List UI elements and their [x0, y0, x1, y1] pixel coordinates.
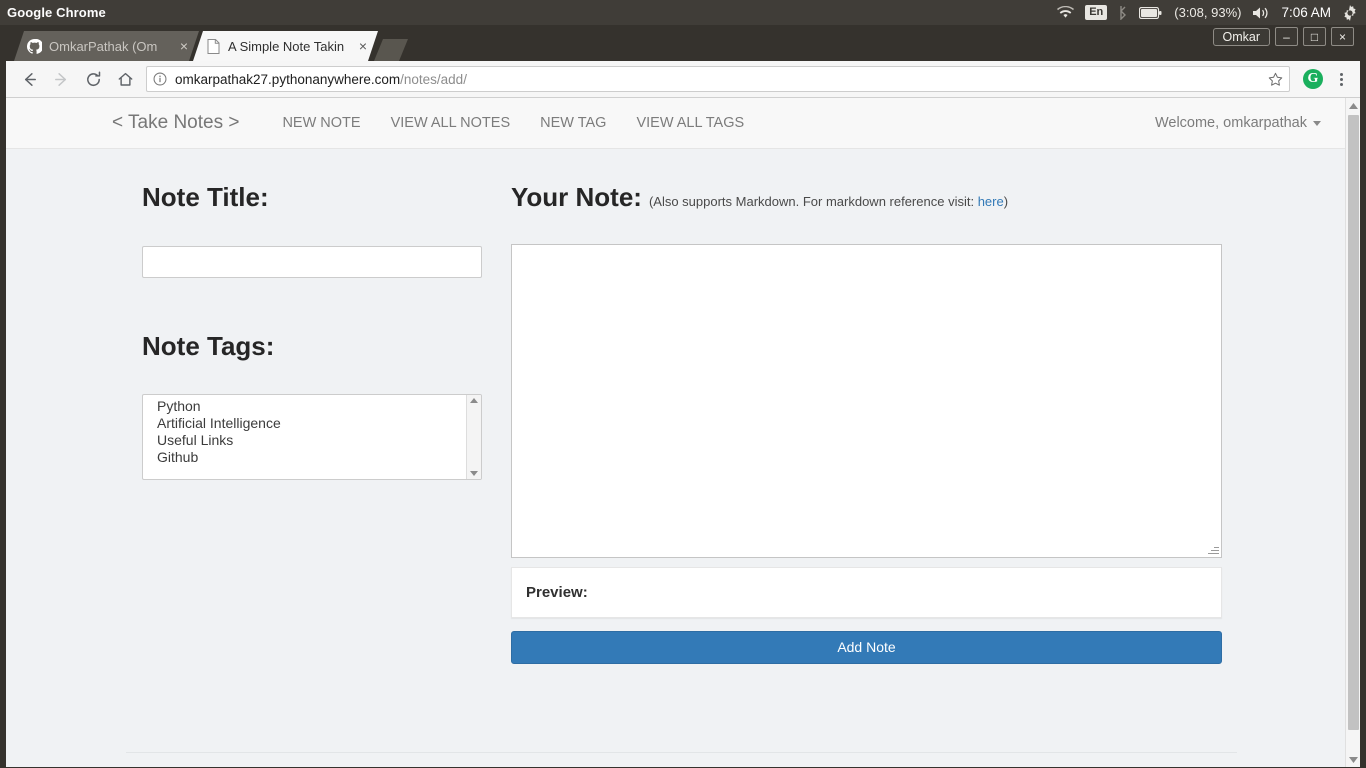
tab-strip: OmkarPathak (Om × A Simple Note Takin × …: [6, 25, 1360, 61]
list-item[interactable]: Github: [157, 449, 466, 466]
footer-divider: [126, 752, 1237, 753]
tab-title: A Simple Note Takin: [228, 38, 345, 54]
chevron-down-icon: [1313, 120, 1321, 126]
preview-panel: Preview:: [511, 566, 1222, 618]
nav-item-view-all-tags[interactable]: VIEW ALL TAGS: [621, 115, 759, 131]
forward-icon: [46, 64, 76, 94]
note-tags-options: Python Artificial Intelligence Useful Li…: [143, 395, 466, 479]
window-controls: Omkar – □ ×: [1212, 27, 1354, 46]
back-icon[interactable]: [14, 64, 44, 94]
page-content: Note Title: Note Tags: Python Artificial…: [6, 149, 1357, 664]
minimize-button[interactable]: –: [1275, 27, 1298, 46]
system-tray: En (3:08, 93%) 7:06 AM: [1057, 4, 1366, 21]
new-tab-button[interactable]: [374, 39, 408, 61]
nav-item-view-all-notes[interactable]: VIEW ALL NOTES: [376, 115, 526, 131]
preview-label: Preview:: [526, 583, 588, 601]
note-body-column: Your Note: (Also supports Markdown. For …: [511, 171, 1357, 664]
markdown-hint-pre: (Also supports Markdown. For markdown re…: [648, 194, 978, 209]
wifi-icon[interactable]: [1057, 6, 1075, 19]
close-icon[interactable]: ×: [356, 39, 370, 53]
chrome-profile-button[interactable]: Omkar: [1212, 27, 1270, 46]
os-top-panel: Google Chrome En (3:08, 93%) 7:06 AM: [0, 0, 1366, 25]
clock-label[interactable]: 7:06 AM: [1281, 5, 1331, 20]
address-bar[interactable]: omkarpathak27.pythonanywhere.com/notes/a…: [146, 66, 1290, 92]
github-icon: [26, 38, 42, 54]
note-title-input[interactable]: [142, 245, 482, 278]
list-item[interactable]: Python: [157, 398, 466, 415]
resize-handle-icon[interactable]: [1207, 543, 1219, 555]
note-meta-column: Note Title: Note Tags: Python Artificial…: [6, 171, 511, 664]
note-title-label: Note Title:: [142, 182, 269, 212]
scroll-up-icon[interactable]: [1348, 98, 1358, 113]
document-icon: [205, 38, 221, 54]
volume-icon[interactable]: [1252, 6, 1270, 20]
note-tags-label: Note Tags:: [142, 330, 275, 361]
scroll-up-icon[interactable]: [470, 398, 478, 403]
your-note-label: Your Note:: [511, 182, 642, 212]
markdown-reference-link[interactable]: here: [978, 194, 1004, 209]
primary-nav: NEW NOTE VIEW ALL NOTES NEW TAG VIEW ALL…: [267, 115, 759, 131]
battery-icon[interactable]: [1139, 6, 1162, 19]
home-icon[interactable]: [110, 64, 140, 94]
scrollbar-thumb[interactable]: [1347, 115, 1359, 730]
nav-item-new-note[interactable]: NEW NOTE: [267, 115, 375, 131]
site-navbar: < Take Notes > NEW NOTE VIEW ALL NOTES N…: [6, 98, 1357, 149]
url-host: omkarpathak27.pythonanywhere.com: [175, 71, 401, 87]
reload-icon[interactable]: [78, 64, 108, 94]
gear-icon[interactable]: [1342, 4, 1358, 21]
list-item[interactable]: Artificial Intelligence: [157, 415, 466, 432]
list-item[interactable]: Useful Links: [157, 432, 466, 449]
user-menu-label: Welcome, omkarpathak: [1154, 115, 1307, 131]
close-window-button[interactable]: ×: [1331, 27, 1354, 46]
your-note-heading-row: Your Note: (Also supports Markdown. For …: [511, 171, 1357, 214]
url-text: omkarpathak27.pythonanywhere.com/notes/a…: [175, 72, 467, 87]
web-page: < Take Notes > NEW NOTE VIEW ALL NOTES N…: [6, 98, 1357, 767]
close-icon[interactable]: ×: [177, 39, 191, 53]
note-body-textarea[interactable]: [511, 243, 1222, 558]
bluetooth-icon[interactable]: [1118, 5, 1128, 20]
battery-status-label: (3:08, 93%): [1174, 5, 1242, 20]
browser-tab-github[interactable]: OmkarPathak (Om ×: [14, 31, 199, 61]
page-info-icon[interactable]: [153, 72, 167, 86]
star-icon[interactable]: [1268, 72, 1283, 87]
site-brand[interactable]: < Take Notes >: [112, 112, 239, 134]
active-app-title: Google Chrome: [7, 5, 106, 20]
note-tags-listbox[interactable]: Python Artificial Intelligence Useful Li…: [142, 394, 482, 480]
page-viewport: < Take Notes > NEW NOTE VIEW ALL NOTES N…: [6, 98, 1360, 767]
scroll-down-icon[interactable]: [470, 471, 478, 476]
kebab-menu-icon[interactable]: [1330, 72, 1352, 86]
maximize-button[interactable]: □: [1303, 27, 1326, 46]
markdown-hint-post: ): [1003, 194, 1009, 209]
browser-tab-note-app[interactable]: A Simple Note Takin ×: [193, 31, 378, 61]
user-menu[interactable]: Welcome, omkarpathak: [1155, 115, 1321, 131]
tab-title: OmkarPathak (Om: [49, 38, 158, 54]
listbox-scrollbar[interactable]: [466, 395, 481, 479]
keyboard-layout-indicator[interactable]: En: [1085, 5, 1108, 20]
markdown-hint: (Also supports Markdown. For markdown re…: [649, 194, 1008, 209]
url-path: /notes/add/: [400, 71, 467, 87]
nav-item-new-tag[interactable]: NEW TAG: [525, 115, 621, 131]
page-scrollbar[interactable]: [1345, 98, 1360, 767]
chrome-window: OmkarPathak (Om × A Simple Note Takin × …: [0, 25, 1366, 768]
scroll-down-icon[interactable]: [1348, 752, 1358, 767]
grammarly-extension-icon[interactable]: G: [1303, 69, 1323, 89]
browser-toolbar: omkarpathak27.pythonanywhere.com/notes/a…: [6, 61, 1360, 98]
add-note-button[interactable]: Add Note: [511, 630, 1222, 664]
